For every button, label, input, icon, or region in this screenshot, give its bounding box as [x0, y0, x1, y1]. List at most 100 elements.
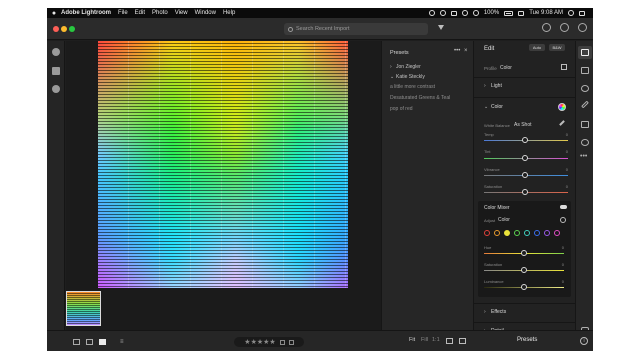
- menu-help[interactable]: Help: [223, 10, 235, 16]
- display-icon[interactable]: [518, 10, 525, 16]
- right-tool-rail: •••: [575, 41, 593, 334]
- zoom-fill[interactable]: Fill: [421, 337, 428, 343]
- bw-button[interactable]: B&W: [549, 44, 565, 51]
- hue-slider-knob[interactable]: [521, 250, 527, 256]
- wifi-icon[interactable]: [461, 10, 468, 16]
- preset-item[interactable]: pop of red: [390, 106, 413, 112]
- zoom-1-1[interactable]: 1:1: [432, 337, 440, 343]
- volume-icon[interactable]: [472, 10, 479, 16]
- mixer-saturation-value[interactable]: 0: [556, 262, 564, 267]
- menu-file[interactable]: File: [118, 10, 128, 16]
- battery-icon[interactable]: [504, 10, 514, 16]
- mixer-swatch-blue[interactable]: [534, 230, 540, 236]
- filmstrip-thumbnail[interactable]: [66, 291, 101, 326]
- menu-photo[interactable]: Photo: [152, 10, 168, 16]
- photo-canvas[interactable]: [66, 41, 381, 330]
- sort-icon[interactable]: ≡: [120, 339, 124, 345]
- luminance-slider-knob[interactable]: [521, 284, 527, 290]
- filter-icon[interactable]: [438, 25, 444, 30]
- presets-more-icon[interactable]: •••: [454, 48, 460, 54]
- control-center-icon[interactable]: [579, 10, 585, 16]
- star-rating[interactable]: ★★★★★: [244, 338, 275, 346]
- white-balance-dropdown[interactable]: As Shot: [514, 122, 532, 128]
- mixer-saturation-slider-knob[interactable]: [521, 267, 527, 273]
- flag-pick-icon[interactable]: [279, 339, 285, 345]
- add-photos-icon[interactable]: [52, 48, 60, 56]
- saturation-slider-knob[interactable]: [522, 189, 528, 195]
- preset-group-jon-ziegler[interactable]: › Jon Ziegler: [390, 64, 421, 70]
- mixer-swatch-aqua[interactable]: [524, 230, 530, 236]
- fullscreen-window-button[interactable]: [69, 26, 75, 32]
- healing-icon[interactable]: [581, 85, 589, 92]
- help-icon[interactable]: [560, 23, 569, 32]
- share-icon[interactable]: [578, 23, 587, 32]
- color-grading-icon[interactable]: [558, 103, 566, 111]
- rating-and-flags[interactable]: ★★★★★: [234, 337, 304, 347]
- sync-icon[interactable]: [439, 10, 446, 16]
- grid-view-icon[interactable]: [73, 339, 80, 345]
- creative-cloud-icon[interactable]: [428, 10, 435, 16]
- compare-icon[interactable]: [459, 338, 466, 344]
- search-input[interactable]: Search Recent Import: [284, 23, 428, 35]
- radial-gradient-icon[interactable]: [581, 139, 589, 146]
- section-color[interactable]: ⌄ Color: [484, 104, 503, 110]
- section-light-label: Light: [491, 83, 502, 89]
- preset-item[interactable]: Desaturated Greens & Teal: [390, 95, 450, 101]
- profile-browser-icon[interactable]: [561, 64, 567, 70]
- before-after-icon[interactable]: [446, 338, 453, 344]
- people-icon[interactable]: [52, 85, 60, 93]
- preset-group-katie-steckly[interactable]: ⌄ Katie Steckly: [390, 74, 425, 80]
- minimize-window-button[interactable]: [61, 26, 67, 32]
- profile-dropdown[interactable]: Color: [500, 65, 512, 71]
- hue-value[interactable]: 0: [556, 245, 564, 250]
- zoom-fit[interactable]: Fit: [409, 337, 415, 343]
- more-icon[interactable]: •••: [580, 153, 587, 160]
- crop-icon[interactable]: [581, 67, 589, 74]
- temp-slider-knob[interactable]: [522, 137, 528, 143]
- detail-view-icon[interactable]: [99, 339, 106, 345]
- mixer-swatch-orange[interactable]: [494, 230, 500, 236]
- main-photo[interactable]: [98, 41, 348, 288]
- brush-icon[interactable]: [581, 100, 589, 109]
- library-icon[interactable]: [52, 67, 60, 75]
- menubar-clock[interactable]: Tue 9:08 AM: [529, 10, 563, 16]
- presets-button[interactable]: Presets: [517, 337, 537, 343]
- linear-gradient-icon[interactable]: [581, 121, 589, 128]
- mixer-swatch-green[interactable]: [514, 230, 520, 236]
- info-icon[interactable]: i: [580, 337, 588, 345]
- apple-menu-icon[interactable]: ●: [47, 10, 61, 17]
- section-light[interactable]: › Light: [484, 83, 502, 89]
- airplay-icon[interactable]: [450, 10, 457, 16]
- vibrance-value[interactable]: 0: [560, 167, 568, 172]
- menu-view[interactable]: View: [175, 10, 188, 16]
- color-mixer-toggle[interactable]: [560, 205, 567, 209]
- eyedropper-icon[interactable]: [559, 120, 565, 126]
- preset-item[interactable]: a little more contrast: [390, 84, 435, 90]
- mixer-swatch-purple[interactable]: [544, 230, 550, 236]
- mixer-swatch-magenta[interactable]: [554, 230, 560, 236]
- menu-edit[interactable]: Edit: [135, 10, 145, 16]
- tint-slider-knob[interactable]: [522, 155, 528, 161]
- mixer-swatch-red[interactable]: [484, 230, 490, 236]
- spotlight-icon[interactable]: [568, 10, 574, 16]
- mixer-swatch-yellow[interactable]: [504, 230, 510, 236]
- close-window-button[interactable]: [53, 26, 59, 32]
- auto-button[interactable]: Auto: [529, 44, 545, 51]
- presets-close-icon[interactable]: ×: [464, 48, 468, 54]
- targeted-adjustment-icon[interactable]: [560, 217, 566, 223]
- saturation-value[interactable]: 0: [560, 184, 568, 189]
- menu-window[interactable]: Window: [195, 10, 216, 16]
- app-name-menu[interactable]: Adobe Lightroom: [61, 10, 111, 16]
- square-grid-view-icon[interactable]: [86, 339, 93, 345]
- temp-value[interactable]: 0: [560, 132, 568, 137]
- luminance-value[interactable]: 0: [556, 279, 564, 284]
- preset-group-label: Katie Steckly: [396, 74, 425, 80]
- flag-reject-icon[interactable]: [288, 339, 294, 345]
- edit-sliders-icon[interactable]: [581, 49, 589, 56]
- vibrance-slider-knob[interactable]: [522, 172, 528, 178]
- cloud-sync-icon[interactable]: [542, 23, 551, 32]
- tint-value[interactable]: 0: [560, 149, 568, 154]
- section-effects[interactable]: › Effects: [484, 309, 506, 315]
- color-mixer-panel: Color Mixer Adjust Color Hue 0 Saturatio…: [478, 201, 571, 297]
- adjust-dropdown[interactable]: Color: [498, 217, 510, 223]
